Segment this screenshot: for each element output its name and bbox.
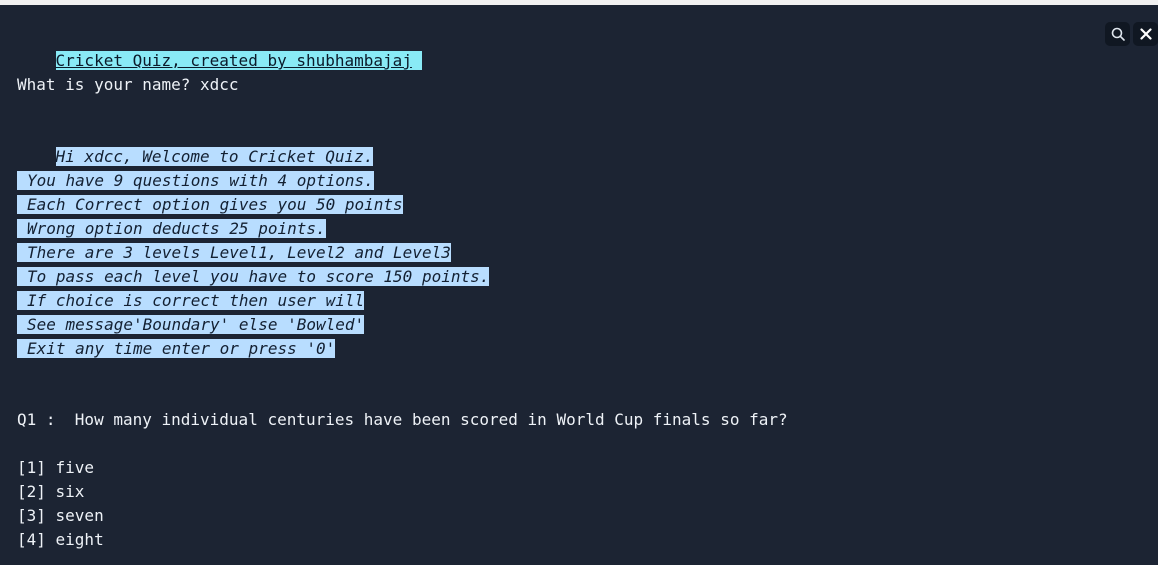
rule-text: If choice is correct then user will (17, 291, 365, 310)
rule-line: Each Correct option gives you 50 points (17, 193, 403, 217)
rule-text: Each Correct option gives you 50 points (17, 195, 403, 214)
rule-line: Exit any time enter or press '0' (17, 337, 336, 361)
quiz-title: Cricket Quiz, created by shubhambajaj (55, 51, 422, 70)
search-button[interactable] (1105, 22, 1130, 46)
rule-text: Wrong option deducts 25 points. (17, 219, 326, 238)
rule-line: You have 9 questions with 4 options. (17, 169, 374, 193)
rule-text: Exit any time enter or press '0' (17, 339, 336, 358)
quiz-title-line: Cricket Quiz, created by shubhambajaj (17, 25, 422, 70)
option-4: [4] eight (17, 530, 104, 549)
close-button[interactable] (1133, 22, 1158, 46)
rule-line: There are 3 levels Level1, Level2 and Le… (17, 241, 451, 265)
option-2: [2] six (17, 482, 85, 501)
rule-line: To pass each level you have to score 150… (17, 265, 490, 289)
welcome-message: Hi xdcc, Welcome to Cricket Quiz. (55, 147, 374, 166)
rule-text: You have 9 questions with 4 options. (17, 171, 374, 190)
option-1: [1] five (17, 458, 95, 477)
search-icon (1111, 27, 1125, 41)
close-icon (1139, 28, 1152, 40)
question-text: Q1 : How many individual centuries have … (17, 410, 788, 429)
rule-text: To pass each level you have to score 150… (17, 267, 490, 286)
welcome-line: Hi xdcc, Welcome to Cricket Quiz. (17, 121, 374, 166)
rule-text: See message'Boundary' else 'Bowled' (17, 315, 365, 334)
terminal-controls (1105, 22, 1158, 46)
rule-text: There are 3 levels Level1, Level2 and Le… (17, 243, 451, 262)
option-3: [3] seven (17, 506, 104, 525)
rule-line: Wrong option deducts 25 points. (17, 217, 326, 241)
terminal-output[interactable]: Cricket Quiz, created by shubhambajaj Wh… (0, 5, 1158, 565)
rule-line: If choice is correct then user will (17, 289, 365, 313)
rule-line: See message'Boundary' else 'Bowled' (17, 313, 365, 337)
name-prompt: What is your name? xdcc (17, 75, 239, 94)
